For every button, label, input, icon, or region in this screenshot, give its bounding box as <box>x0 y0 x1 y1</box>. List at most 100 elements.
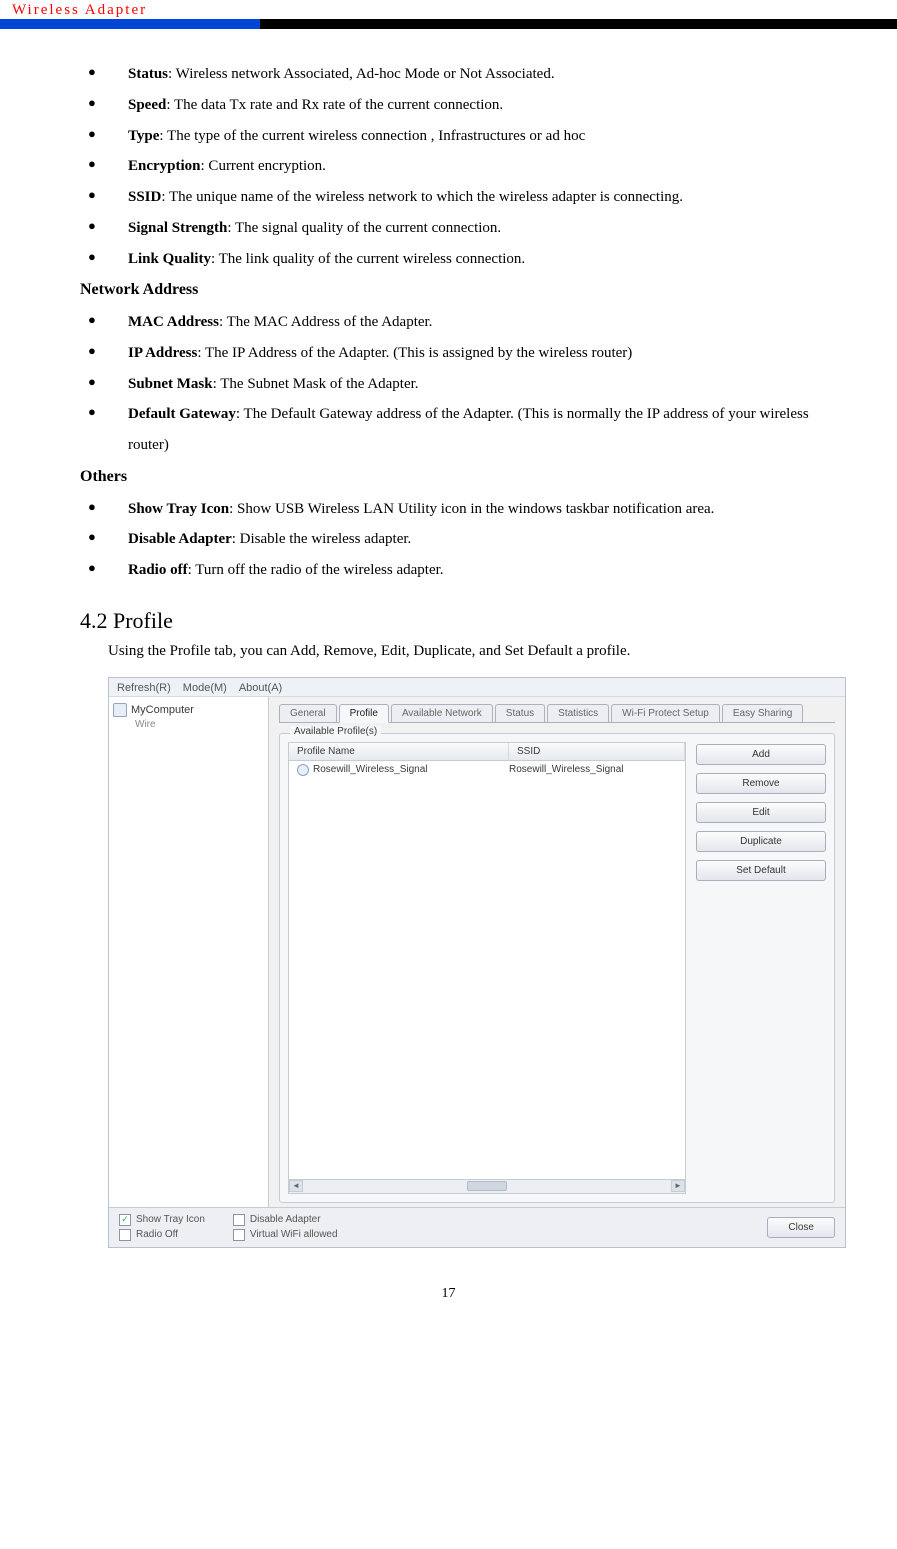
bullet-term: IP Address <box>128 345 197 361</box>
menu-mode[interactable]: Mode(M) <box>183 682 227 694</box>
bullet-item: Radio off: Turn off the radio of the wir… <box>108 555 817 586</box>
tree-child-label[interactable]: Wire <box>113 719 264 730</box>
horizontal-scrollbar[interactable]: ◄ ► <box>288 1180 686 1194</box>
list-headers: Profile Name SSID <box>288 742 686 761</box>
bullet-term: Disable Adapter <box>128 531 232 547</box>
bullet-term: Signal Strength <box>128 220 227 236</box>
bullet-desc: : The type of the current wireless conne… <box>159 128 585 144</box>
tree-root[interactable]: MyComputer <box>113 703 264 717</box>
list-body: Rosewill_Wireless_Signal Rosewill_Wirele… <box>288 761 686 1180</box>
bullet-term: Show Tray Icon <box>128 501 229 517</box>
header-rule-blue <box>0 19 260 29</box>
bullet-desc: : Show USB Wireless LAN Utility icon in … <box>229 501 714 517</box>
section-others: Others <box>80 461 817 494</box>
row-profile-name: Rosewill_Wireless_Signal <box>297 764 509 776</box>
set-default-button[interactable]: Set Default <box>696 860 826 881</box>
col-profile-name[interactable]: Profile Name <box>289 743 509 760</box>
checkbox-radio-off[interactable]: Radio Off <box>119 1229 205 1241</box>
bullet-desc: : Turn off the radio of the wireless ada… <box>188 562 444 578</box>
menu-about[interactable]: About(A) <box>239 682 282 694</box>
bullet-term: Default Gateway <box>128 406 236 422</box>
bullet-item: Speed: The data Tx rate and Rx rate of t… <box>108 90 817 121</box>
bullet-item: Type: The type of the current wireless c… <box>108 121 817 152</box>
bullet-desc: : The data Tx rate and Rx rate of the cu… <box>166 97 503 113</box>
checkbox-label: Show Tray Icon <box>136 1214 205 1225</box>
bullet-item: Disable Adapter: Disable the wireless ad… <box>108 524 817 555</box>
scroll-thumb[interactable] <box>467 1181 507 1191</box>
col-ssid[interactable]: SSID <box>509 743 685 760</box>
bullet-desc: : The Subnet Mask of the Adapter. <box>213 376 419 392</box>
bullet-term: Status <box>128 66 168 82</box>
header-title: Wireless Adapter <box>0 0 897 19</box>
available-profiles-group: Available Profile(s) Profile Name SSID R… <box>279 733 835 1203</box>
checkbox-icon <box>233 1214 245 1226</box>
computer-icon <box>113 703 127 717</box>
duplicate-button[interactable]: Duplicate <box>696 831 826 852</box>
section-network-address: Network Address <box>80 274 817 307</box>
scroll-right-icon[interactable]: ► <box>671 1180 685 1192</box>
header-rule-black <box>260 19 897 29</box>
checkbox-group-mid: Disable Adapter Virtual WiFi allowed <box>233 1214 338 1241</box>
tab-statistics[interactable]: Statistics <box>547 704 609 722</box>
checkbox-icon: ✓ <box>119 1214 131 1226</box>
menu-refresh[interactable]: Refresh(R) <box>117 682 171 694</box>
bullet-list-3: Show Tray Icon: Show USB Wireless LAN Ut… <box>80 494 817 586</box>
bullet-item: SSID: The unique name of the wireless ne… <box>108 182 817 213</box>
checkbox-virtual-wifi-allowed[interactable]: Virtual WiFi allowed <box>233 1229 338 1241</box>
bullet-desc: : The link quality of the current wirele… <box>211 251 525 267</box>
utility-window: Refresh(R) Mode(M) About(A) MyComputer W… <box>108 677 846 1248</box>
bullet-term: Link Quality <box>128 251 211 267</box>
bullet-item: Encryption: Current encryption. <box>108 151 817 182</box>
close-button[interactable]: Close <box>767 1217 835 1238</box>
bullet-desc: : Current encryption. <box>201 158 326 174</box>
scroll-left-icon[interactable]: ◄ <box>289 1180 303 1192</box>
section-4-2-heading: 4.2 Profile <box>80 608 817 634</box>
checkbox-disable-adapter[interactable]: Disable Adapter <box>233 1214 338 1226</box>
tab-general[interactable]: General <box>279 704 337 722</box>
bullet-term: Type <box>128 128 159 144</box>
bullet-item: Subnet Mask: The Subnet Mask of the Adap… <box>108 369 817 400</box>
bullet-item: Status: Wireless network Associated, Ad-… <box>108 59 817 90</box>
bullet-term: MAC Address <box>128 314 219 330</box>
add-button[interactable]: Add <box>696 744 826 765</box>
checkbox-icon <box>119 1229 131 1241</box>
profile-icon <box>297 764 309 776</box>
bullet-desc: : The MAC Address of the Adapter. <box>219 314 432 330</box>
list-row[interactable]: Rosewill_Wireless_Signal Rosewill_Wirele… <box>289 761 685 779</box>
bullet-term: Subnet Mask <box>128 376 213 392</box>
device-tree: MyComputer Wire <box>109 697 269 1207</box>
bullet-term: SSID <box>128 189 161 205</box>
checkbox-label: Disable Adapter <box>250 1214 321 1225</box>
row-ssid: Rosewill_Wireless_Signal <box>509 764 677 775</box>
tab-row: GeneralProfileAvailable NetworkStatusSta… <box>279 703 835 723</box>
page-number: 17 <box>0 1286 897 1322</box>
edit-button[interactable]: Edit <box>696 802 826 823</box>
remove-button[interactable]: Remove <box>696 773 826 794</box>
tab-wi-fi-protect-setup[interactable]: Wi-Fi Protect Setup <box>611 704 720 722</box>
bullet-item: MAC Address: The MAC Address of the Adap… <box>108 307 817 338</box>
tab-status[interactable]: Status <box>495 704 545 722</box>
bullet-item: Link Quality: The link quality of the cu… <box>108 244 817 275</box>
tab-easy-sharing[interactable]: Easy Sharing <box>722 704 803 722</box>
checkbox-label: Virtual WiFi allowed <box>250 1229 338 1240</box>
group-label: Available Profile(s) <box>290 726 381 737</box>
bullet-desc: : The IP Address of the Adapter. (This i… <box>197 345 632 361</box>
bullet-item: IP Address: The IP Address of the Adapte… <box>108 338 817 369</box>
bullet-term: Speed <box>128 97 166 113</box>
bullet-desc: : Disable the wireless adapter. <box>232 531 412 547</box>
bullet-term: Radio off <box>128 562 188 578</box>
bullet-term: Encryption <box>128 158 201 174</box>
tree-root-label: MyComputer <box>131 704 194 716</box>
bullet-item: Signal Strength: The signal quality of t… <box>108 213 817 244</box>
checkbox-show-tray-icon[interactable]: ✓ Show Tray Icon <box>119 1214 205 1226</box>
bullet-list-2: MAC Address: The MAC Address of the Adap… <box>80 307 817 461</box>
section-4-2-desc: Using the Profile tab, you can Add, Remo… <box>80 638 817 665</box>
profile-list: Profile Name SSID Rosewill_Wireless_Sign… <box>288 742 686 1194</box>
bullet-desc: : Wireless network Associated, Ad-hoc Mo… <box>168 66 555 82</box>
tab-profile[interactable]: Profile <box>339 704 389 723</box>
bullet-item: Show Tray Icon: Show USB Wireless LAN Ut… <box>108 494 817 525</box>
row-profile-name-text: Rosewill_Wireless_Signal <box>313 764 428 775</box>
bullet-desc: : The signal quality of the current conn… <box>227 220 501 236</box>
footer-bar: ✓ Show Tray Icon Radio Off Disable Adapter… <box>109 1207 845 1247</box>
tab-available-network[interactable]: Available Network <box>391 704 493 722</box>
